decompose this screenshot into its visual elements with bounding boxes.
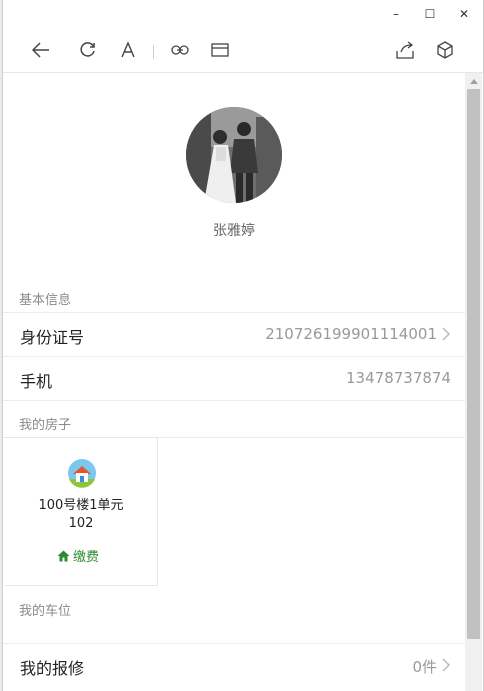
home-icon — [57, 550, 70, 561]
user-name: 张雅婷 — [213, 223, 255, 239]
vertical-scrollbar[interactable] — [465, 73, 482, 691]
repairs-count: 0件 — [412, 658, 437, 676]
share-icon[interactable] — [393, 38, 417, 62]
phone-row[interactable]: 手机 13478737874 — [3, 356, 465, 401]
link-icon[interactable] — [168, 38, 192, 62]
refresh-icon[interactable] — [76, 38, 100, 62]
app-window: – ☐ ✕ 张雅婷 基本信息 身份证号 210726199901114001 手… — [2, 0, 484, 691]
close-button[interactable]: ✕ — [447, 0, 481, 28]
pay-button[interactable]: 缴费 — [57, 546, 99, 565]
house-name: 100号楼1单元 — [38, 498, 124, 513]
toolbar — [3, 28, 483, 73]
scroll-thumb[interactable] — [467, 89, 480, 639]
pay-label: 缴费 — [73, 550, 100, 565]
minimize-button[interactable]: – — [379, 0, 413, 28]
phone-value: 13478737874 — [346, 369, 451, 387]
id-number-value: 210726199901114001 — [265, 325, 437, 343]
section-parking-label: 我的车位 — [19, 604, 72, 619]
repairs-row[interactable]: 我的报修 0件 — [3, 643, 465, 687]
phone-label: 手机 — [20, 372, 53, 391]
id-number-row[interactable]: 身份证号 210726199901114001 — [3, 312, 465, 356]
avatar[interactable] — [186, 107, 282, 203]
scroll-up-arrow-icon[interactable] — [465, 75, 482, 87]
window-icon[interactable] — [208, 38, 232, 62]
house-icon — [67, 458, 97, 488]
page-content: 张雅婷 基本信息 身份证号 210726199901114001 手机 1347… — [3, 73, 465, 691]
repairs-label: 我的报修 — [20, 659, 85, 678]
back-icon[interactable] — [29, 38, 53, 62]
section-basic-info-label: 基本信息 — [19, 293, 72, 308]
section-my-house-label: 我的房子 — [19, 418, 72, 433]
title-bar: – ☐ ✕ — [3, 0, 483, 28]
house-room-number: 102 — [68, 516, 94, 531]
house-card[interactable]: 100号楼1单元 102 缴费 — [5, 437, 158, 586]
font-size-icon[interactable] — [116, 38, 140, 62]
maximize-button[interactable]: ☐ — [413, 0, 447, 28]
toolbar-separator — [153, 45, 154, 59]
chevron-right-icon — [442, 658, 451, 672]
id-number-label: 身份证号 — [20, 328, 85, 347]
cube-icon[interactable] — [433, 38, 457, 62]
chevron-right-icon — [442, 327, 451, 341]
